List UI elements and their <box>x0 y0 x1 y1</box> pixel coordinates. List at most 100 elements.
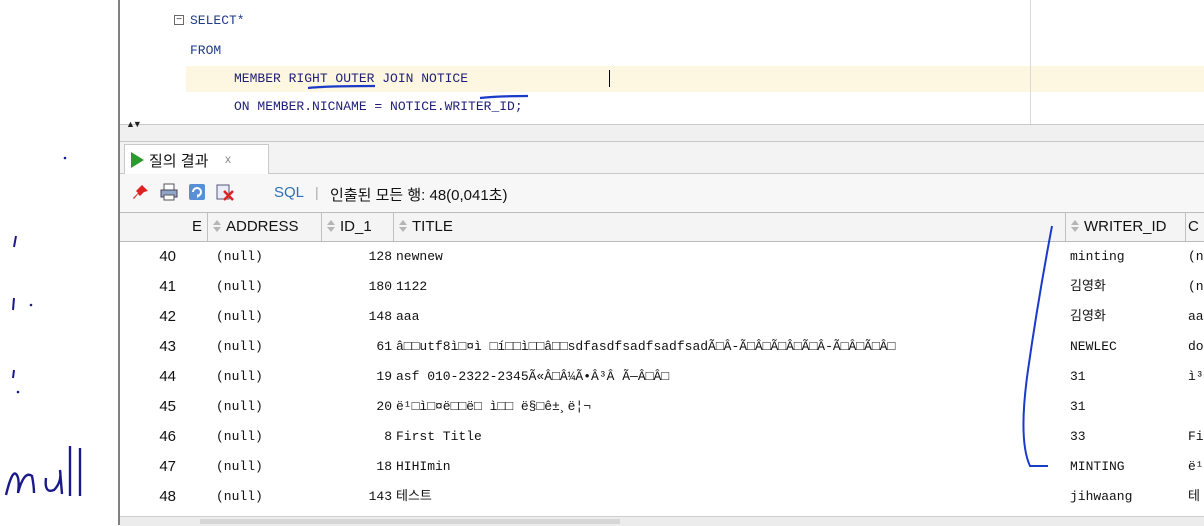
cell-c[interactable] <box>1188 392 1204 422</box>
code-line-select[interactable]: SELECT* <box>190 10 245 32</box>
sort-icon[interactable] <box>1070 220 1079 233</box>
sql-button[interactable]: SQL <box>274 184 304 201</box>
column-header-c[interactable]: C <box>1186 213 1204 241</box>
cell-c[interactable]: (n <box>1188 242 1204 272</box>
text-caret <box>609 70 610 87</box>
cell-id[interactable]: 180 <box>322 272 394 302</box>
cell-id[interactable]: 8 <box>322 422 394 452</box>
cell-title[interactable]: HIHImin <box>396 452 1066 482</box>
row-number[interactable]: 43 <box>120 332 190 362</box>
column-header-id[interactable]: ID_1 <box>322 213 394 241</box>
cell-writer-id[interactable]: NEWLEC <box>1070 332 1186 362</box>
sort-icon[interactable] <box>398 220 407 233</box>
table-row[interactable]: 45 (null) 20 ë¹□ì□¤ë□□ë□ ì□□ ë§□ê±¸ë¦¬ 31 <box>120 392 1204 422</box>
cell-address[interactable]: (null) <box>216 362 322 392</box>
cell-address[interactable]: (null) <box>216 332 322 362</box>
cell-address[interactable]: (null) <box>216 422 322 452</box>
pin-icon[interactable] <box>132 183 150 201</box>
cell-address[interactable]: (null) <box>216 482 322 512</box>
cell-id[interactable]: 128 <box>322 242 394 272</box>
table-row[interactable]: 40 (null) 128 newnew minting (n <box>120 242 1204 272</box>
cell-writer-id[interactable]: 33 <box>1070 422 1186 452</box>
result-toolbar: SQL | 인출된 모든 행: 48(0,041초) <box>120 174 1204 212</box>
sort-icon[interactable] <box>212 220 221 233</box>
table-row[interactable]: 44 (null) 19 asf 010-2322-2345Ã«Â□Â¼Ã•Â³Â Ã… <box>120 362 1204 392</box>
splitter-arrows-icon[interactable]: ▲▼ <box>126 119 142 129</box>
editor-margin-line <box>1030 0 1031 124</box>
cell-writer-id[interactable]: 김영화 <box>1070 272 1186 302</box>
column-header-title[interactable]: TITLE <box>394 213 1066 241</box>
column-header-address[interactable]: ADDRESS <box>208 213 322 241</box>
cell-id[interactable]: 148 <box>322 302 394 332</box>
row-number[interactable]: 40 <box>120 242 190 272</box>
cell-title[interactable]: â□□utf8ì□¤ì □í□□ì□□â□□sdfasdfsadfsadfsad… <box>396 332 1066 362</box>
cell-c[interactable]: (n <box>1188 272 1204 302</box>
cell-c[interactable]: Fi <box>1188 422 1204 452</box>
fold-toggle-icon[interactable]: − <box>174 15 184 25</box>
code-line-on[interactable]: ON MEMBER.NICNAME = NOTICE.WRITER_ID; <box>234 96 523 118</box>
cell-address[interactable]: (null) <box>216 392 322 422</box>
print-icon[interactable] <box>160 183 178 201</box>
code-line-from[interactable]: FROM <box>190 40 221 62</box>
cell-c[interactable]: aa <box>1188 302 1204 332</box>
cell-writer-id[interactable]: MINTING <box>1070 452 1186 482</box>
cell-id[interactable]: 19 <box>322 362 394 392</box>
cell-c[interactable]: 테 <box>1188 482 1204 512</box>
table-row[interactable]: 46 (null) 8 First Title 33 Fi <box>120 422 1204 452</box>
cell-writer-id[interactable]: jihwaang <box>1070 482 1186 512</box>
cell-c[interactable]: do <box>1188 332 1204 362</box>
cell-writer-id[interactable]: 31 <box>1070 362 1186 392</box>
row-number[interactable]: 41 <box>120 272 190 302</box>
row-number[interactable]: 48 <box>120 482 190 512</box>
scrollbar-thumb[interactable] <box>200 519 620 524</box>
table-row[interactable]: 47 (null) 18 HIHImin MINTING ë¹ <box>120 452 1204 482</box>
handwritten-margin <box>0 0 118 525</box>
cell-address[interactable]: (null) <box>216 242 322 272</box>
code-line-join[interactable]: MEMBER RIGHT OUTER JOIN NOTICE <box>234 68 468 90</box>
cell-id[interactable]: 61 <box>322 332 394 362</box>
cell-writer-id[interactable]: 31 <box>1070 392 1186 422</box>
cell-title[interactable]: 1122 <box>396 272 1066 302</box>
row-number[interactable]: 42 <box>120 302 190 332</box>
row-number[interactable]: 45 <box>120 392 190 422</box>
table-row[interactable]: 42 (null) 148 aaa 김영화 aa <box>120 302 1204 332</box>
cell-title[interactable]: aaa <box>396 302 1066 332</box>
table-row[interactable]: 41 (null) 180 1122 김영화 (n <box>120 272 1204 302</box>
result-grid[interactable]: E ADDRESS ID_1 TITLE WRITER_ID C 40 (null… <box>120 212 1204 526</box>
cell-c[interactable]: ë¹ <box>1188 452 1204 482</box>
cell-address[interactable]: (null) <box>216 272 322 302</box>
cell-id[interactable]: 143 <box>322 482 394 512</box>
refresh-icon[interactable] <box>188 183 206 201</box>
column-header-writer-id-label: WRITER_ID <box>1084 218 1167 235</box>
toolbar-separator: | <box>315 184 319 200</box>
cell-title[interactable]: First Title <box>396 422 1066 452</box>
cell-id[interactable]: 18 <box>322 452 394 482</box>
cell-title[interactable]: ë¹□ì□¤ë□□ë□ ì□□ ë§□ê±¸ë¦¬ <box>396 392 1066 422</box>
cell-writer-id[interactable]: minting <box>1070 242 1186 272</box>
table-row[interactable]: 43 (null) 61 â□□utf8ì□¤ì □í□□ì□□â□□sdfasdfs… <box>120 332 1204 362</box>
cell-title[interactable]: asf 010-2322-2345Ã«Â□Â¼Ã•Â³Â Ã—Â□Â□ <box>396 362 1066 392</box>
column-header-address-label: ADDRESS <box>226 218 299 235</box>
sql-editor[interactable]: − SELECT* FROM MEMBER RIGHT OUTER JOIN N… <box>120 0 1204 124</box>
row-number[interactable]: 47 <box>120 452 190 482</box>
splitter-bar[interactable]: ▲▼ <box>120 119 1204 142</box>
cell-title[interactable]: newnew <box>396 242 1066 272</box>
close-tab-icon[interactable]: x <box>225 152 231 166</box>
grid-header: E ADDRESS ID_1 TITLE WRITER_ID C <box>120 212 1204 242</box>
row-number[interactable]: 46 <box>120 422 190 452</box>
cell-title[interactable]: 테스트 <box>396 482 1066 512</box>
tab-query-result[interactable]: 질의 결과 x <box>124 144 269 174</box>
cell-id[interactable]: 20 <box>322 392 394 422</box>
cancel-query-icon[interactable] <box>216 183 234 201</box>
cell-address[interactable]: (null) <box>216 452 322 482</box>
cell-c[interactable]: ì³ <box>1188 362 1204 392</box>
table-row[interactable]: 48 (null) 143 테스트 jihwaang 테 <box>120 482 1204 512</box>
sort-icon[interactable] <box>326 220 335 233</box>
row-number[interactable]: 44 <box>120 362 190 392</box>
column-header-e[interactable]: E <box>190 213 208 241</box>
cell-address[interactable]: (null) <box>216 302 322 332</box>
column-header-e-label: E <box>192 218 203 235</box>
column-header-writer-id[interactable]: WRITER_ID <box>1066 213 1186 241</box>
handwriting-annotation <box>4 156 82 496</box>
cell-writer-id[interactable]: 김영화 <box>1070 302 1186 332</box>
